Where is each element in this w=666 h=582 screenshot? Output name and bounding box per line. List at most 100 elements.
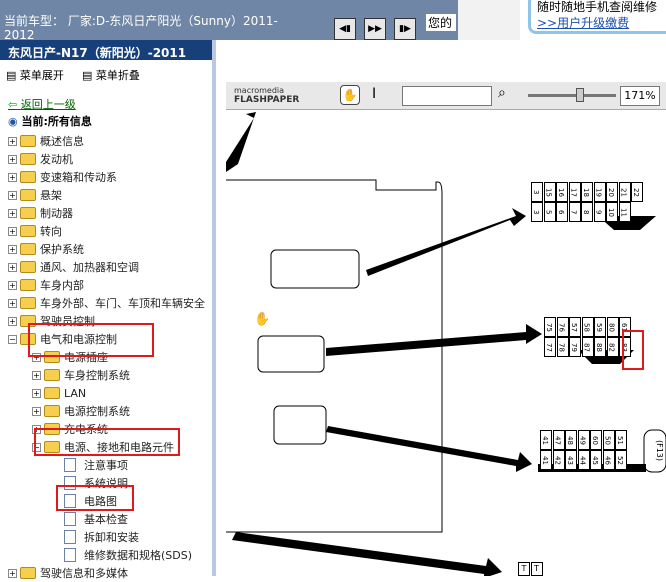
tree-item-label: LAN (64, 386, 87, 400)
pin-cell: 8 (581, 202, 593, 222)
zoom-level[interactable]: 171% (620, 86, 660, 106)
pin-cell: 77 (544, 337, 556, 357)
pin-cell: 21 (618, 182, 631, 202)
expand-icon[interactable]: + (8, 244, 17, 254)
tree-item[interactable]: 注意事项 (64, 456, 128, 474)
document-icon (64, 548, 76, 562)
highlight-box (56, 485, 134, 511)
expand-icon[interactable]: + (32, 388, 41, 398)
next-icon: ▮▶ (399, 24, 411, 34)
arrow (226, 112, 256, 172)
pin-cell: 3 (531, 182, 543, 202)
viewer-toolbar: macromedia FLASHPAPER ✋ I ⌕ 171% (226, 82, 666, 110)
prev-icon: ◀▮ (339, 24, 351, 34)
tree-item[interactable]: + 通风、加热器和空调 (8, 258, 139, 276)
tree-item[interactable]: + 车身控制系统 (32, 366, 130, 384)
pin-cell: 44 (577, 450, 590, 470)
tree-item[interactable]: + 悬架 (8, 186, 62, 204)
pin-cell: 52 (615, 450, 627, 470)
folder-icon (20, 225, 36, 237)
expand-icon[interactable]: + (8, 208, 17, 218)
pin-cell: 49 (577, 430, 590, 450)
expand-icon[interactable]: + (8, 262, 17, 272)
hand-tool-icon[interactable]: ✋ (340, 85, 360, 105)
expand-icon[interactable]: + (8, 280, 17, 290)
expand-icon[interactable]: + (8, 568, 17, 578)
tree-item-label: 维修数据和规格(SDS) (84, 549, 193, 562)
pin-cell: 51 (615, 430, 627, 450)
tree-item[interactable]: + 变速箱和传动系 (8, 168, 117, 186)
highlight-box (28, 323, 154, 357)
tree-item[interactable]: + 车身内部 (8, 276, 84, 294)
expand-icon[interactable]: + (8, 172, 17, 182)
highlight-box (34, 428, 180, 456)
back-link[interactable]: ⇦ 返回上一级 (8, 96, 76, 112)
zoom-slider[interactable] (528, 94, 616, 97)
collapse-icon[interactable]: − (8, 334, 17, 344)
arrow (366, 208, 526, 276)
menu-expand[interactable]: ▤ 菜单展开 (6, 67, 64, 83)
wiring-diagram: 3 15 16 17 18 19 20 21 22 3 5 6 7 8 9 10 11 75 76 57 58 59 80 6… (226, 112, 666, 576)
menu-collapse[interactable]: ▤ 菜单折叠 (82, 67, 140, 83)
expand-icon[interactable]: + (8, 316, 17, 326)
pin-cell: 46 (602, 450, 615, 470)
expand-icon[interactable]: + (8, 190, 17, 200)
tree-item[interactable]: + LAN (32, 384, 86, 402)
arrow (326, 426, 532, 472)
expand-icon[interactable]: + (8, 154, 17, 164)
folder-icon (20, 135, 36, 147)
tree-item[interactable]: 拆卸和安装 (64, 528, 139, 546)
highlight-box (622, 330, 644, 370)
tree-item[interactable]: + 转向 (8, 222, 62, 240)
tree-item[interactable]: + 发动机 (8, 150, 73, 168)
tree-item[interactable]: + 保护系统 (8, 240, 84, 258)
tree-item-label: 车身内部 (40, 279, 84, 292)
pin-cell: 59 (594, 317, 606, 337)
upgrade-link[interactable]: >>用户升级缴费 (537, 15, 666, 31)
expand-icon[interactable]: + (8, 226, 17, 236)
tree-item-label: 发动机 (40, 153, 73, 166)
f13-label: (F13) (655, 439, 665, 462)
vehicle-title: 当前车型： 厂家:D-东风日产阳光（Sunny）2011-2012 (4, 14, 278, 42)
tree-item[interactable]: + 车身外部、车门、车顶和车辆安全 (8, 294, 205, 312)
pin-cell: 18 (581, 182, 593, 202)
tree-item[interactable]: 维修数据和规格(SDS) (64, 546, 192, 564)
expand-icon[interactable]: + (32, 406, 41, 416)
folder-icon (44, 405, 60, 417)
current-location: ◉ 当前:所有信息 (8, 115, 92, 128)
arrow (326, 324, 542, 356)
search-icon[interactable]: ⌕ (498, 85, 506, 101)
connector-outline (273, 405, 327, 445)
tree-item-label: 驾驶信息和多媒体 (40, 567, 128, 580)
expand-icon[interactable]: + (8, 298, 17, 308)
arrow (232, 532, 502, 576)
zoom-slider-handle[interactable] (576, 88, 584, 102)
tree-item-label: 保护系统 (40, 243, 84, 256)
promo-bubble[interactable]: 随时随地手机查阅维修 >>用户升级缴费 (528, 0, 666, 34)
tree-item[interactable]: + 驾驶信息和多媒体 (8, 564, 128, 582)
connector-outline (257, 335, 325, 373)
search-input[interactable] (402, 86, 492, 106)
pin-cell: 5 (543, 202, 556, 222)
pin-cell: 7 (568, 202, 581, 222)
folder-icon (20, 567, 36, 579)
text-cursor-icon[interactable]: I (372, 86, 376, 102)
nav-fast-button[interactable]: ▶▶ (364, 18, 386, 40)
tree-item-label: 基本检查 (84, 513, 128, 526)
promo-banner[interactable]: 随时随地手机查阅维修 >>用户升级缴费 (458, 0, 666, 40)
nav-prev-button[interactable]: ◀▮ (334, 18, 356, 40)
expand-icon[interactable]: + (8, 136, 17, 146)
nav-next-button[interactable]: ▮▶ (394, 18, 416, 40)
expand-icon[interactable]: + (32, 370, 41, 380)
tree-item[interactable]: + 制动器 (8, 204, 73, 222)
tree-item[interactable]: + 概述信息 (8, 132, 84, 150)
pin-cell: 3 (531, 202, 543, 222)
folder-icon (20, 207, 36, 219)
pin-cell: 50 (602, 430, 615, 450)
hand-cursor-icon: ✋ (254, 312, 271, 327)
tree-item[interactable]: + 电源控制系统 (32, 402, 130, 420)
tree-item[interactable]: 基本检查 (64, 510, 128, 528)
pin-cell: 58 (581, 317, 594, 337)
pin-cell: 87 (581, 337, 594, 357)
folder-icon (44, 369, 60, 381)
